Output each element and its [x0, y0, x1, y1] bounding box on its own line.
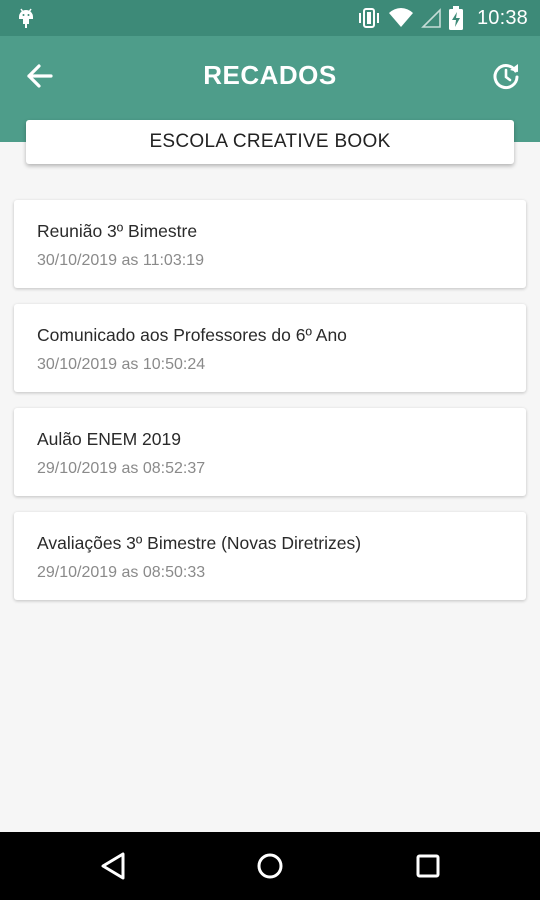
refresh-button[interactable]	[488, 58, 524, 94]
nav-home-icon	[257, 853, 283, 879]
message-title: Avaliações 3º Bimestre (Novas Diretrizes…	[37, 533, 362, 553]
messages-list: Reunião 3º Bimestre 30/10/2019 as 11:03:…	[14, 200, 526, 616]
page-title: RECADOS	[203, 60, 337, 90]
school-selector[interactable]: ESCOLA CREATIVE BOOK	[26, 120, 514, 164]
message-date: 29/10/2019 as 08:52:37	[37, 460, 206, 477]
battery-charging-icon	[448, 6, 463, 30]
message-title: Comunicado aos Professores do 6º Ano	[37, 325, 347, 345]
signal-icon	[421, 8, 441, 28]
school-name: ESCOLA CREATIVE BOOK	[149, 131, 391, 152]
message-date: 29/10/2019 as 08:50:33	[37, 564, 206, 581]
message-date: 30/10/2019 as 11:03:19	[37, 252, 204, 269]
status-bar: 10:38	[0, 0, 540, 36]
nav-home-button[interactable]	[250, 848, 290, 884]
navigation-bar	[0, 832, 540, 900]
android-debug-icon	[14, 6, 38, 30]
nav-back-button[interactable]	[93, 848, 133, 884]
nav-recent-apps-icon	[416, 854, 440, 878]
refresh-icon	[493, 64, 519, 90]
message-title: Aulão ENEM 2019	[37, 429, 181, 449]
message-card[interactable]: Reunião 3º Bimestre 30/10/2019 as 11:03:…	[14, 200, 526, 288]
nav-back-icon	[101, 852, 125, 880]
wifi-icon	[388, 8, 413, 28]
status-icons: 10:38	[357, 0, 528, 36]
message-card[interactable]: Avaliações 3º Bimestre (Novas Diretrizes…	[14, 512, 526, 600]
message-title: Reunião 3º Bimestre	[37, 221, 198, 241]
vibrate-icon	[357, 7, 381, 29]
status-clock: 10:38	[476, 6, 528, 29]
message-card[interactable]: Comunicado aos Professores do 6º Ano 30/…	[14, 304, 526, 392]
message-card[interactable]: Aulão ENEM 2019 29/10/2019 as 08:52:37	[14, 408, 526, 496]
message-date: 30/10/2019 as 10:50:24	[37, 356, 206, 373]
nav-recent-apps-button[interactable]	[408, 848, 448, 884]
